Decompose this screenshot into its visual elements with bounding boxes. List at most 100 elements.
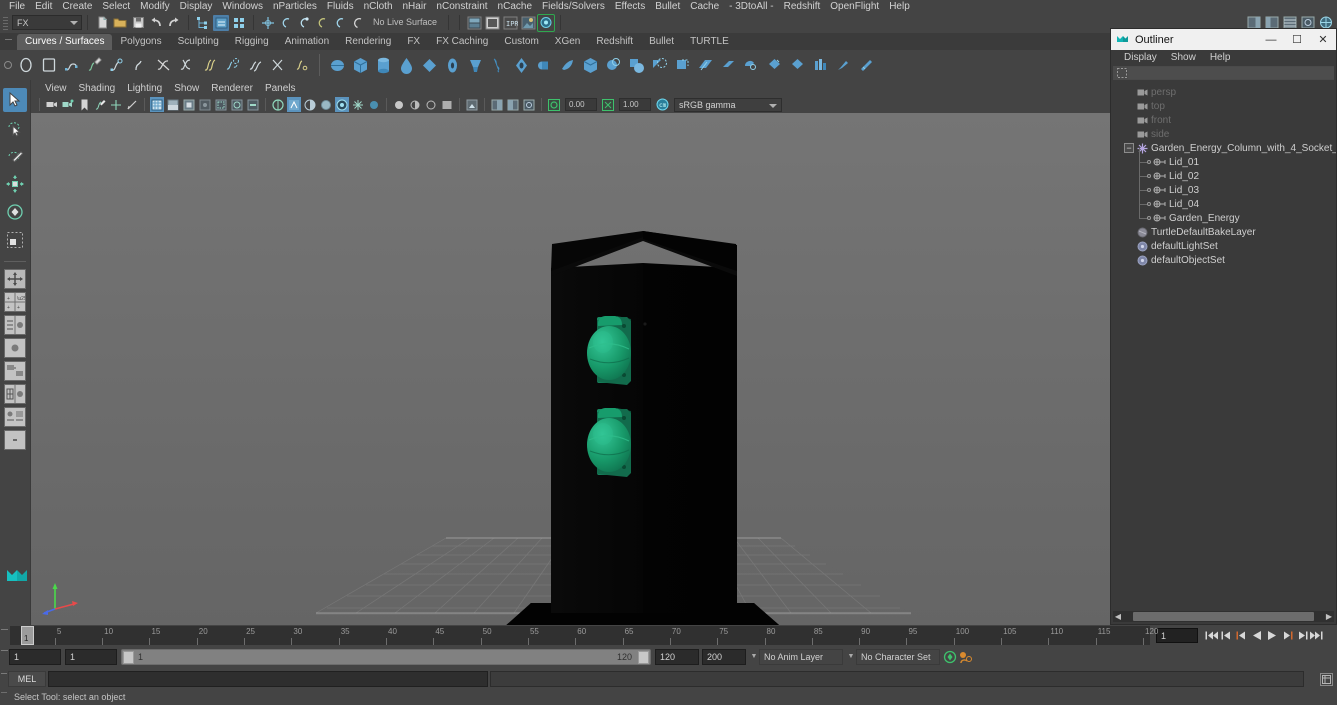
animation-end-time-field[interactable]: 200 (702, 648, 746, 665)
step-forward-frame-button[interactable] (1294, 627, 1309, 644)
outliner-tree[interactable]: persp top front side − Garden_Energy_Column_w… (1111, 80, 1336, 604)
tree-node-dot-icon[interactable] (1147, 160, 1151, 164)
pencil-curve-tool-icon[interactable] (83, 52, 106, 78)
outliner-item-garden-energy-column-with-4-socket-ncl1-1[interactable]: − Garden_Energy_Column_with_4_Socket_ncl1… (1111, 141, 1336, 155)
polygon-helix-icon[interactable] (533, 52, 556, 78)
maximize-button[interactable]: ☐ (1284, 29, 1310, 50)
snap-to-point-button[interactable] (296, 15, 312, 31)
menu-item-display[interactable]: Display (175, 0, 218, 13)
select-camera-icon[interactable] (45, 97, 59, 112)
reduce-icon[interactable] (717, 52, 740, 78)
command-input-field[interactable] (48, 671, 488, 687)
gpu-cache-icon[interactable] (367, 97, 381, 112)
make-live-button[interactable] (350, 15, 366, 31)
redshift-render-button[interactable] (537, 13, 556, 32)
outliner-item-lid-04[interactable]: Lid_04 (1111, 197, 1336, 211)
motion-blur-icon[interactable] (246, 97, 260, 112)
gamma-reset-icon[interactable] (601, 97, 615, 112)
layout-four-view-button[interactable]: + \u25cf + + (4, 292, 31, 312)
nurbs-square-icon[interactable] (37, 52, 60, 78)
menu-item-cache[interactable]: Cache (685, 0, 724, 13)
shelf-tab-rigging[interactable]: Rigging (227, 34, 277, 50)
close-button[interactable]: ✕ (1310, 29, 1336, 50)
save-scene-button[interactable] (130, 15, 146, 31)
persp-viewport[interactable]: persp (31, 113, 1111, 625)
texture-half-icon[interactable] (408, 97, 422, 112)
timeslider-gripper[interactable] (0, 626, 9, 645)
menu-item-ncache[interactable]: nCache (493, 0, 537, 13)
play-backwards-button[interactable] (1249, 627, 1264, 644)
character-set-selector[interactable]: No Character Set (856, 648, 940, 665)
quad-draw-icon[interactable] (855, 52, 878, 78)
shelf-tab-custom[interactable]: Custom (496, 34, 546, 50)
polygon-soccerball-icon[interactable] (556, 52, 579, 78)
wireframe-shading-icon[interactable] (150, 97, 164, 112)
tree-node-dot-icon[interactable] (1147, 188, 1151, 192)
exposure-reset-icon[interactable] (547, 97, 561, 112)
character-set-caret-icon[interactable]: ▼ (846, 649, 856, 665)
bookmark-icon[interactable] (77, 97, 91, 112)
bridge-icon[interactable] (786, 52, 809, 78)
outliner-item-lid-03[interactable]: Lid_03 (1111, 183, 1336, 197)
shelf-tab-polygons[interactable]: Polygons (112, 34, 169, 50)
layout-persp-uv-button[interactable] (4, 384, 26, 404)
polygon-pyramid-icon[interactable] (487, 52, 510, 78)
polygon-prism-icon[interactable] (464, 52, 487, 78)
menu-item-nconstraint[interactable]: nConstraint (431, 0, 492, 13)
grease-pencil-icon[interactable] (125, 97, 139, 112)
outliner-item-side[interactable]: side (1111, 127, 1336, 141)
xray-display-icon[interactable] (287, 97, 301, 112)
viewport-menu-panels[interactable]: Panels (259, 83, 302, 94)
viewport-menu-shading[interactable]: Shading (73, 83, 122, 94)
ipr-toggle-icon[interactable] (522, 97, 536, 112)
outliner-menu-display[interactable]: Display (1117, 52, 1164, 63)
commandline-gripper[interactable] (0, 670, 8, 688)
menu-item-fields-solvers[interactable]: Fields/Solvers (537, 0, 610, 13)
menu-item-select[interactable]: Select (97, 0, 135, 13)
xray-active-components-icon[interactable] (319, 97, 333, 112)
menu-item-nparticles[interactable]: nParticles (268, 0, 322, 13)
statusline-gripper[interactable] (2, 15, 9, 30)
new-scene-button[interactable] (94, 15, 110, 31)
lasso-tool-button[interactable] (3, 116, 27, 140)
expand-collapse-icon[interactable]: − (1124, 143, 1134, 153)
script-editor-button[interactable] (1320, 672, 1333, 686)
command-language-button[interactable]: MEL (8, 671, 46, 687)
go-to-start-button[interactable] (1204, 627, 1219, 644)
outliner-title-bar[interactable]: Outliner — ☐ ✕ (1111, 29, 1336, 50)
combine-icon[interactable] (625, 52, 648, 78)
snap-to-grid-button[interactable] (260, 15, 276, 31)
snap-to-view-planes-button[interactable] (332, 15, 348, 31)
menu-item-bullet[interactable]: Bullet (650, 0, 685, 13)
screen-space-ao-icon[interactable] (230, 97, 244, 112)
tree-node-dot-icon[interactable] (1147, 216, 1151, 220)
shelf-gripper[interactable] (4, 34, 13, 49)
timeslider-track[interactable]: 1 5 10 15 20 25 30 35 40 45 50 55 60 65 70 75 80 85 90 95 1… (10, 626, 1158, 645)
snap-to-curve-button[interactable] (278, 15, 294, 31)
render-settings-button[interactable] (520, 15, 536, 31)
gamma-field[interactable]: 1.00 (619, 98, 651, 111)
polygon-cylinder-icon[interactable] (372, 52, 395, 78)
menu-item-fluids[interactable]: Fluids (322, 0, 359, 13)
layout-hypershade-button[interactable] (4, 361, 26, 381)
open-scene-button[interactable] (112, 15, 128, 31)
shelf-tab-fx-caching[interactable]: FX Caching (428, 34, 496, 50)
shelf-options-icon[interactable] (2, 51, 14, 79)
paint-tool-icon[interactable] (832, 52, 855, 78)
layout-persp-relationship-button[interactable] (4, 407, 26, 427)
ep-curve-tool-icon[interactable] (60, 52, 83, 78)
two-d-pan-zoom-icon[interactable] (109, 97, 123, 112)
render-view-icon[interactable] (506, 97, 520, 112)
smooth-icon[interactable] (694, 52, 717, 78)
outliner-menu-help[interactable]: Help (1203, 52, 1238, 63)
outliner-item-defaultobjectset[interactable]: defaultObjectSet (1111, 253, 1336, 267)
loft-icon[interactable] (152, 52, 175, 78)
current-time-field[interactable]: 1 (1156, 628, 1198, 643)
render-current-frame-button[interactable] (484, 15, 500, 31)
shadows-icon[interactable] (214, 97, 228, 112)
separate-icon[interactable] (648, 52, 671, 78)
bezier-curve-tool-icon[interactable] (106, 52, 129, 78)
helpline-gripper[interactable] (0, 690, 8, 704)
lighting-toggle-icon[interactable] (351, 97, 365, 112)
shelf-tab-sculpting[interactable]: Sculpting (170, 34, 227, 50)
